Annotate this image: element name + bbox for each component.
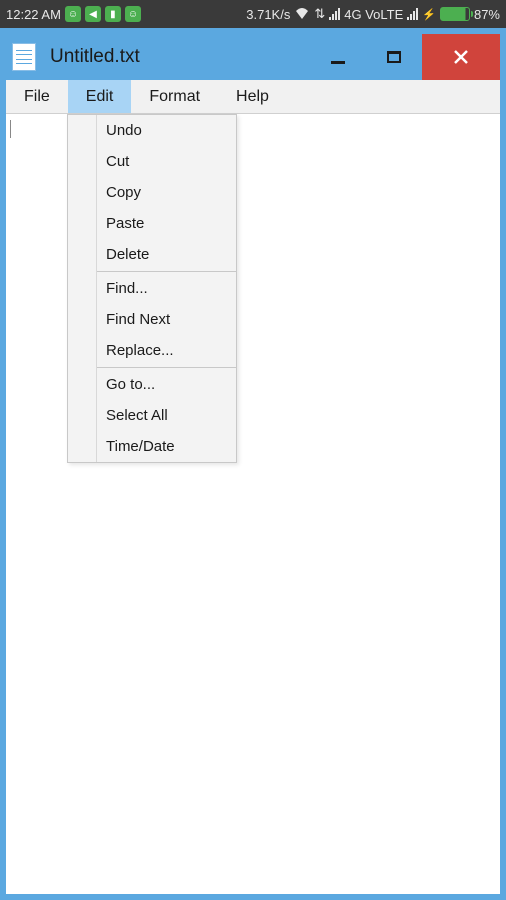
status-left: 12:22 AM ☺ ◀ ▮ ☺ bbox=[6, 6, 141, 22]
charging-icon: ⚡ bbox=[422, 8, 436, 21]
menu-separator bbox=[96, 271, 236, 272]
close-button[interactable] bbox=[422, 34, 500, 80]
status-speed: 3.71K/s bbox=[246, 7, 290, 22]
menu-time-date[interactable]: Time/Date bbox=[96, 431, 236, 462]
menubar: File Edit Format Help bbox=[6, 80, 500, 114]
menu-goto[interactable]: Go to... bbox=[96, 369, 236, 400]
maximize-icon bbox=[387, 51, 401, 63]
android-status-bar: 12:22 AM ☺ ◀ ▮ ☺ 3.71K/s ⇅ 4G VoLTE ⚡ 87… bbox=[0, 0, 506, 28]
menu-undo[interactable]: Undo bbox=[96, 115, 236, 146]
notepad-window: Untitled.txt File Edit Format bbox=[6, 34, 500, 894]
menu-paste[interactable]: Paste bbox=[96, 208, 236, 239]
maximize-button[interactable] bbox=[366, 34, 422, 80]
status-face-icon: ☺ bbox=[125, 6, 141, 22]
window-title: Untitled.txt bbox=[50, 46, 310, 68]
menu-help[interactable]: Help bbox=[218, 80, 287, 113]
wifi-icon bbox=[294, 7, 310, 22]
text-cursor bbox=[10, 120, 11, 138]
menu-select-all[interactable]: Select All bbox=[96, 400, 236, 431]
notepad-icon bbox=[12, 43, 36, 71]
app-container: Untitled.txt File Edit Format bbox=[0, 28, 506, 900]
status-battery-pct: 87% bbox=[474, 7, 500, 22]
minimize-icon bbox=[331, 61, 345, 64]
menu-separator bbox=[96, 367, 236, 368]
status-triangle-icon: ◀ bbox=[85, 6, 101, 22]
menu-format[interactable]: Format bbox=[131, 80, 218, 113]
menu-file[interactable]: File bbox=[6, 80, 68, 113]
status-network: 4G VoLTE bbox=[344, 7, 403, 22]
title-bar[interactable]: Untitled.txt bbox=[6, 34, 500, 80]
text-editor-area[interactable]: Undo Cut Copy Paste Delete Find... Find … bbox=[6, 114, 500, 894]
menu-find[interactable]: Find... bbox=[96, 273, 236, 304]
edit-dropdown-menu: Undo Cut Copy Paste Delete Find... Find … bbox=[67, 114, 237, 463]
battery-icon bbox=[440, 7, 470, 21]
menu-edit[interactable]: Edit bbox=[68, 80, 132, 113]
minimize-button[interactable] bbox=[310, 34, 366, 80]
menu-delete[interactable]: Delete bbox=[96, 239, 236, 270]
signal-icon-2 bbox=[407, 8, 418, 20]
status-battery-saver-icon: ▮ bbox=[105, 6, 121, 22]
data-arrows-icon: ⇅ bbox=[314, 6, 325, 22]
status-app-icon: ☺ bbox=[65, 6, 81, 22]
menu-find-next[interactable]: Find Next bbox=[96, 304, 236, 335]
menu-copy[interactable]: Copy bbox=[96, 177, 236, 208]
menu-replace[interactable]: Replace... bbox=[96, 335, 236, 366]
status-right: 3.71K/s ⇅ 4G VoLTE ⚡ 87% bbox=[246, 6, 500, 22]
window-controls bbox=[310, 34, 500, 80]
close-icon bbox=[451, 47, 471, 67]
menu-cut[interactable]: Cut bbox=[96, 146, 236, 177]
status-time: 12:22 AM bbox=[6, 7, 61, 22]
signal-icon-1 bbox=[329, 8, 340, 20]
